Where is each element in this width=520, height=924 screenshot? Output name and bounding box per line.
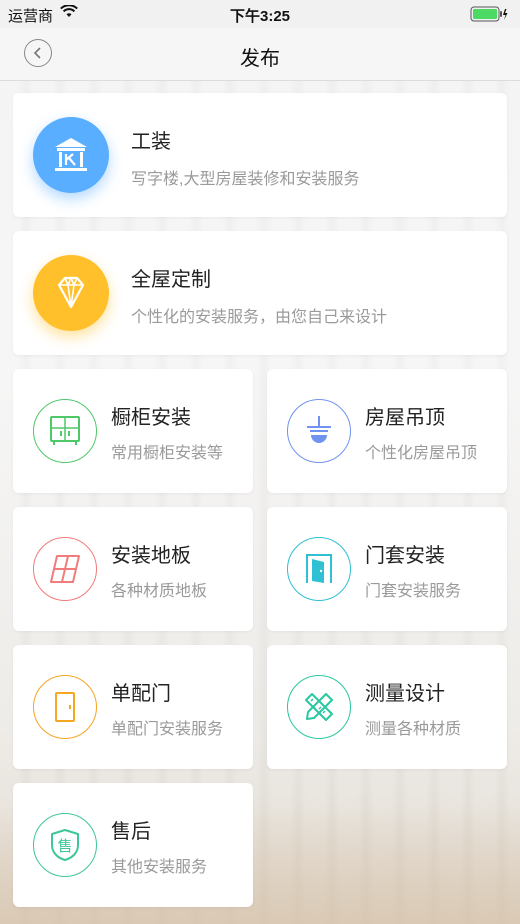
svg-text:售: 售: [57, 837, 72, 855]
service-subtitle: 其他安装服务: [111, 859, 208, 876]
service-card-cabinet[interactable]: 橱柜安装 常用橱柜安装等: [13, 369, 253, 493]
service-title: 门套安装: [365, 545, 445, 567]
status-bar: 运营商 下午3:25: [0, 0, 520, 28]
service-title: 橱柜安装: [111, 407, 191, 429]
service-card-flooring[interactable]: 安装地板 各种材质地板: [13, 507, 253, 631]
service-title: 单配门: [111, 683, 171, 705]
door-icon: [33, 675, 97, 739]
service-card-after-sales[interactable]: 售 售后 其他安装服务: [13, 783, 253, 907]
service-subtitle: 个性化的安装服务，由您自己来设计: [131, 309, 388, 326]
service-subtitle: 单配门安装服务: [111, 721, 224, 738]
service-card-commercial[interactable]: 工装 写字楼,大型房屋装修和安装服务: [13, 93, 507, 217]
navigation-bar: 发布: [0, 28, 520, 81]
service-card-ceiling[interactable]: 房屋吊顶 个性化房屋吊顶: [267, 369, 507, 493]
diamond-icon: [33, 255, 109, 331]
service-card-door-frame[interactable]: 门套安装 门套安装服务: [267, 507, 507, 631]
service-title: 测量设计: [365, 683, 445, 705]
service-subtitle: 个性化房屋吊顶: [365, 445, 478, 462]
door-frame-icon: [287, 537, 351, 601]
ceiling-lamp-icon: [287, 399, 351, 463]
service-card-door[interactable]: 单配门 单配门安装服务: [13, 645, 253, 769]
service-subtitle: 常用橱柜安装等: [111, 445, 224, 462]
service-title: 工装: [131, 131, 171, 153]
service-subtitle: 测量各种材质: [365, 721, 462, 738]
service-card-measure[interactable]: 测量设计 测量各种材质: [267, 645, 507, 769]
after-sales-shield-icon: 售: [33, 813, 97, 877]
clock-time: 下午3:25: [229, 8, 291, 25]
ruler-pencil-icon: [287, 675, 351, 739]
building-icon: [33, 117, 109, 193]
service-title: 售后: [111, 821, 151, 843]
battery-icon: [470, 6, 508, 26]
service-title: 安装地板: [111, 545, 191, 567]
cabinet-icon: [33, 399, 97, 463]
page-title: 发布: [240, 48, 280, 70]
service-title: 全屋定制: [131, 269, 211, 291]
service-card-custom[interactable]: 全屋定制 个性化的安装服务，由您自己来设计: [13, 231, 507, 355]
service-subtitle: 写字楼,大型房屋装修和安装服务: [131, 171, 360, 188]
service-subtitle: 门套安装服务: [365, 583, 462, 600]
service-title: 房屋吊顶: [365, 407, 445, 429]
service-subtitle: 各种材质地板: [111, 583, 208, 600]
floor-tiles-icon: [33, 537, 97, 601]
